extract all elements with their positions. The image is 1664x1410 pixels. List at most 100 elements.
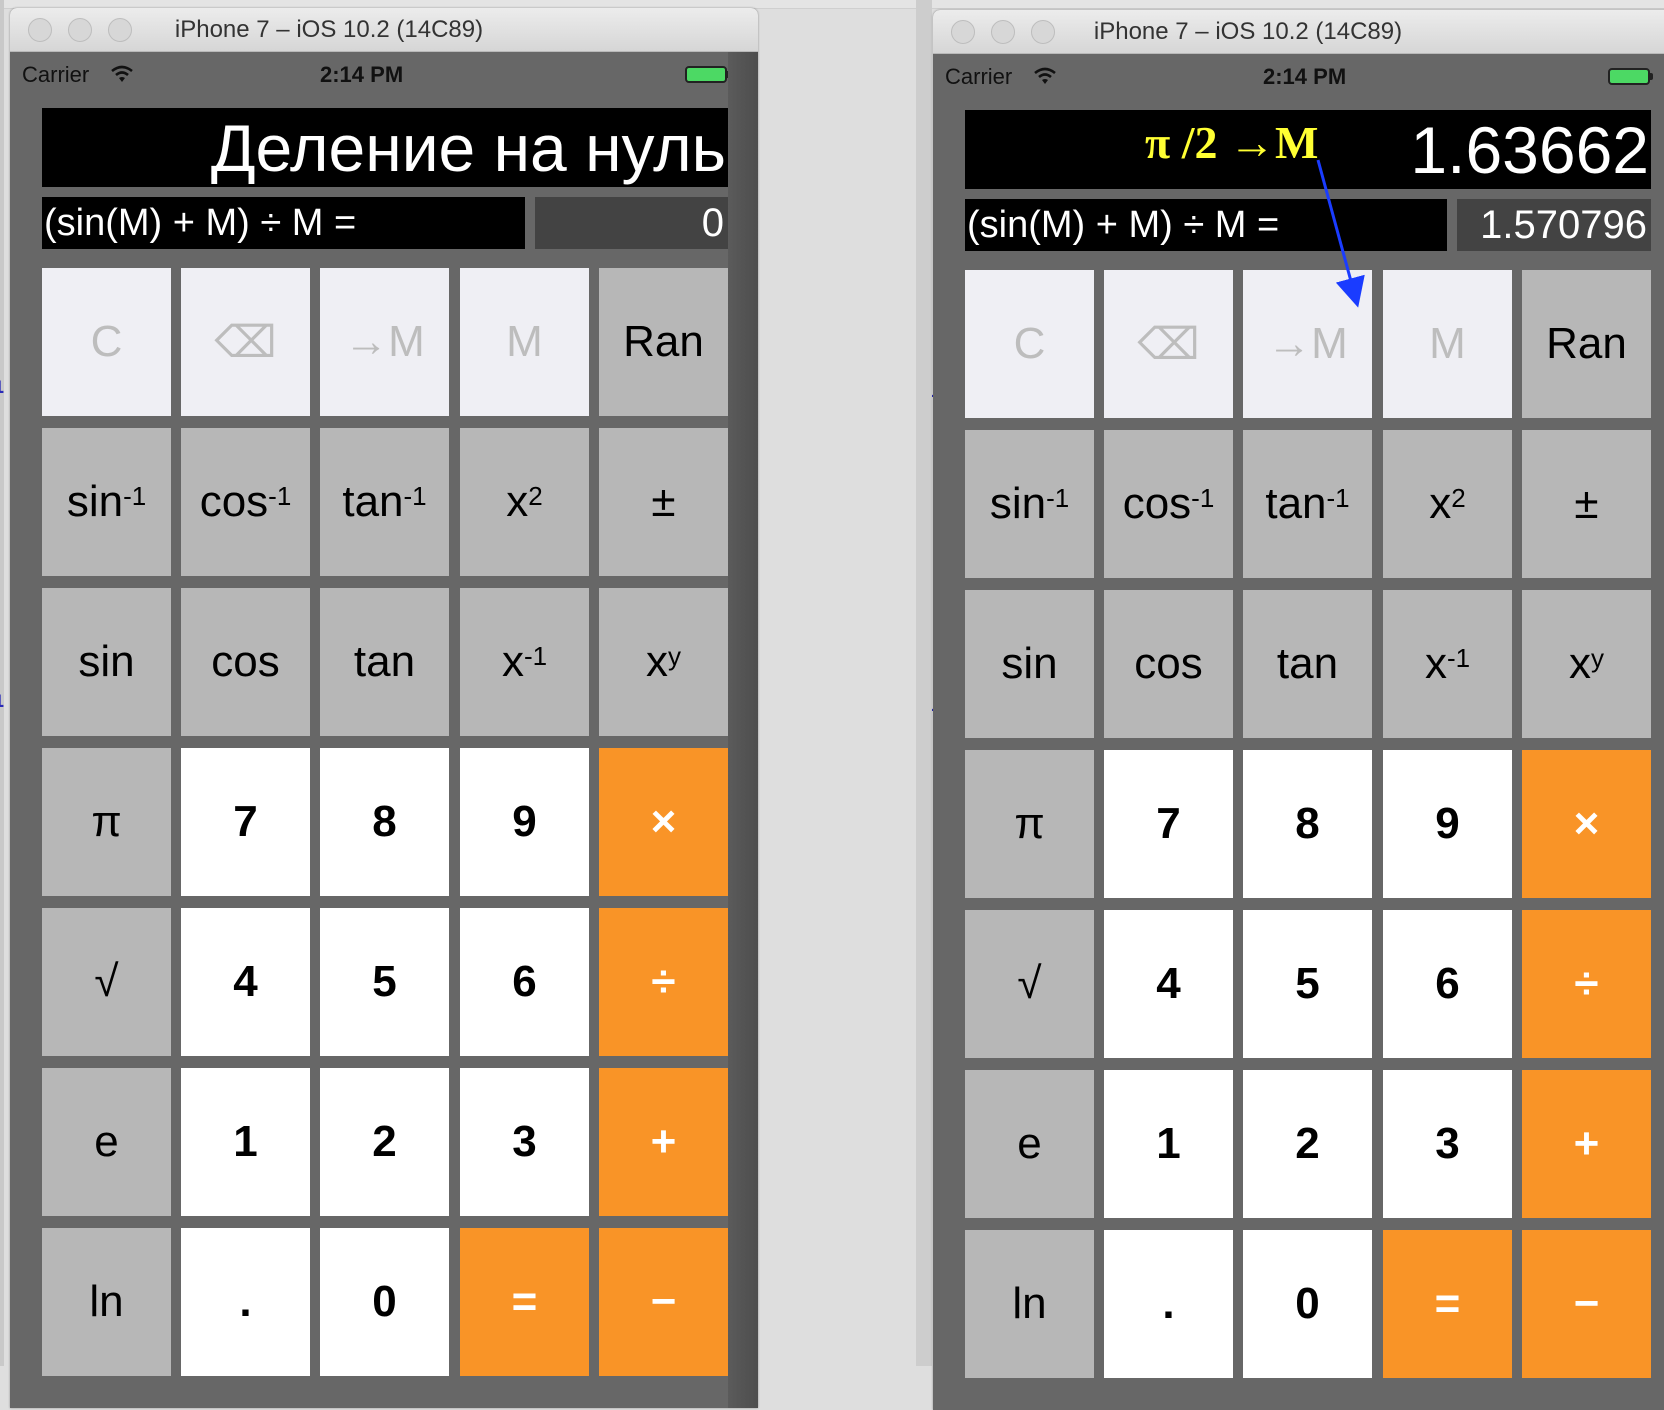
power-button[interactable]: xy [599, 588, 728, 736]
clear-button[interactable]: C [42, 268, 171, 416]
recall-memory-button[interactable]: M [460, 268, 589, 416]
plus-button[interactable]: + [1522, 1070, 1651, 1218]
key-superscript: 2 [528, 480, 543, 511]
clear-button[interactable]: C [965, 270, 1094, 418]
arctan-button[interactable]: tan -1 [1243, 430, 1372, 578]
digit-9-button[interactable]: 9 [1383, 750, 1512, 898]
ln-button[interactable]: ln [42, 1228, 171, 1376]
digit-3-button[interactable]: 3 [460, 1068, 589, 1216]
editor-gutter-left [0, 0, 4, 1366]
key-label: x [506, 477, 529, 526]
digit-1-button[interactable]: 1 [1104, 1070, 1233, 1218]
random-button[interactable]: Ran [1522, 270, 1651, 418]
window-title: iPhone 7 – iOS 10.2 (14C89) [174, 16, 484, 43]
divide-button[interactable]: ÷ [599, 908, 728, 1056]
digit-0-button[interactable]: 0 [1243, 1230, 1372, 1378]
key-label: + [1573, 1119, 1600, 1168]
square-button[interactable]: x2 [460, 428, 589, 576]
key-label: sin [989, 479, 1047, 528]
minus-button[interactable]: − [1522, 1230, 1651, 1378]
plus-button[interactable]: + [599, 1068, 728, 1216]
digit-7-button[interactable]: 7 [1104, 750, 1233, 898]
backspace-button[interactable]: ⌫ [1104, 270, 1233, 418]
decimal-point-button[interactable]: . [1104, 1230, 1233, 1378]
key-label: 5 [1295, 959, 1320, 1008]
digit-1-button[interactable]: 1 [181, 1068, 310, 1216]
digit-4-button[interactable]: 4 [181, 908, 310, 1056]
key-superscript: -1 [523, 640, 548, 671]
square-button[interactable]: x2 [1383, 430, 1512, 578]
arctan-button[interactable]: tan -1 [320, 428, 449, 576]
arcsin-button[interactable]: sin -1 [965, 430, 1094, 578]
sin-button[interactable]: sin [965, 590, 1094, 738]
digit-6-button[interactable]: 6 [1383, 910, 1512, 1058]
multiply-button[interactable]: × [1522, 750, 1651, 898]
arccos-button[interactable]: cos -1 [181, 428, 310, 576]
key-superscript: -1 [1191, 482, 1215, 513]
key-label: tan [342, 477, 404, 526]
recall-memory-button[interactable]: M [1383, 270, 1512, 418]
divide-button[interactable]: ÷ [1522, 910, 1651, 1058]
backspace-button[interactable]: ⌫ [181, 268, 310, 416]
tan-button[interactable]: tan [1243, 590, 1372, 738]
reciprocal-button[interactable]: x -1 [1383, 590, 1512, 738]
digit-4-button[interactable]: 4 [1104, 910, 1233, 1058]
arccos-button[interactable]: cos -1 [1104, 430, 1233, 578]
key-label: − [1573, 1279, 1600, 1328]
key-label: − [650, 1277, 677, 1326]
store-memory-button[interactable]: →M [320, 268, 449, 416]
sqrt-button[interactable]: √ [42, 908, 171, 1056]
sqrt-button[interactable]: √ [965, 910, 1094, 1058]
key-label: 7 [1156, 799, 1181, 848]
digit-9-button[interactable]: 9 [460, 748, 589, 896]
status-time: 2:14 PM [1263, 64, 1347, 89]
key-label: →M [344, 317, 425, 366]
key-label: Ran [1546, 319, 1627, 368]
reciprocal-button[interactable]: x -1 [460, 588, 589, 736]
digit-6-button[interactable]: 6 [460, 908, 589, 1056]
digit-8-button[interactable]: 8 [320, 748, 449, 896]
tan-button[interactable]: tan [320, 588, 449, 736]
digit-7-button[interactable]: 7 [181, 748, 310, 896]
pi-button[interactable]: π [42, 748, 171, 896]
key-label: = [1434, 1279, 1461, 1328]
equals-button[interactable]: = [1383, 1230, 1512, 1378]
key-label: x [501, 637, 524, 686]
wifi-icon [1034, 67, 1056, 84]
store-memory-button[interactable]: →M [1243, 270, 1372, 418]
pi-button[interactable]: π [965, 750, 1094, 898]
iphone-screen: Carrier 2:14 PM π /2 →M 1.63662 (sin(M) … [933, 54, 1664, 1410]
power-button[interactable]: xy [1522, 590, 1651, 738]
key-label: 0 [1295, 1279, 1320, 1328]
digit-0-button[interactable]: 0 [320, 1228, 449, 1376]
key-label: 6 [1435, 959, 1460, 1008]
simulator-window-right: iPhone 7 – iOS 10.2 (14C89) Carrier 2:14… [933, 10, 1664, 1410]
equals-button[interactable]: = [460, 1228, 589, 1376]
plus-minus-button[interactable]: ± [1522, 430, 1651, 578]
random-button[interactable]: Ran [599, 268, 728, 416]
key-label: 9 [1435, 799, 1460, 848]
key-label: 6 [512, 957, 537, 1006]
sin-button[interactable]: sin [42, 588, 171, 736]
cos-button[interactable]: cos [1104, 590, 1233, 738]
window-titlebar: iPhone 7 – iOS 10.2 (14C89) [10, 8, 758, 52]
arcsin-button[interactable]: sin -1 [42, 428, 171, 576]
display-value: 1.63662 [1410, 113, 1649, 187]
digit-5-button[interactable]: 5 [320, 908, 449, 1056]
ln-button[interactable]: ln [965, 1230, 1094, 1378]
key-label: √ [94, 957, 119, 1006]
carrier-label: Carrier [22, 62, 90, 87]
euler-button[interactable]: e [42, 1068, 171, 1216]
euler-button[interactable]: e [965, 1070, 1094, 1218]
decimal-point-button[interactable]: . [181, 1228, 310, 1376]
digit-3-button[interactable]: 3 [1383, 1070, 1512, 1218]
digit-2-button[interactable]: 2 [320, 1068, 449, 1216]
key-label: 4 [233, 957, 258, 1006]
digit-8-button[interactable]: 8 [1243, 750, 1372, 898]
multiply-button[interactable]: × [599, 748, 728, 896]
plus-minus-button[interactable]: ± [599, 428, 728, 576]
digit-5-button[interactable]: 5 [1243, 910, 1372, 1058]
minus-button[interactable]: − [599, 1228, 728, 1376]
digit-2-button[interactable]: 2 [1243, 1070, 1372, 1218]
cos-button[interactable]: cos [181, 588, 310, 736]
